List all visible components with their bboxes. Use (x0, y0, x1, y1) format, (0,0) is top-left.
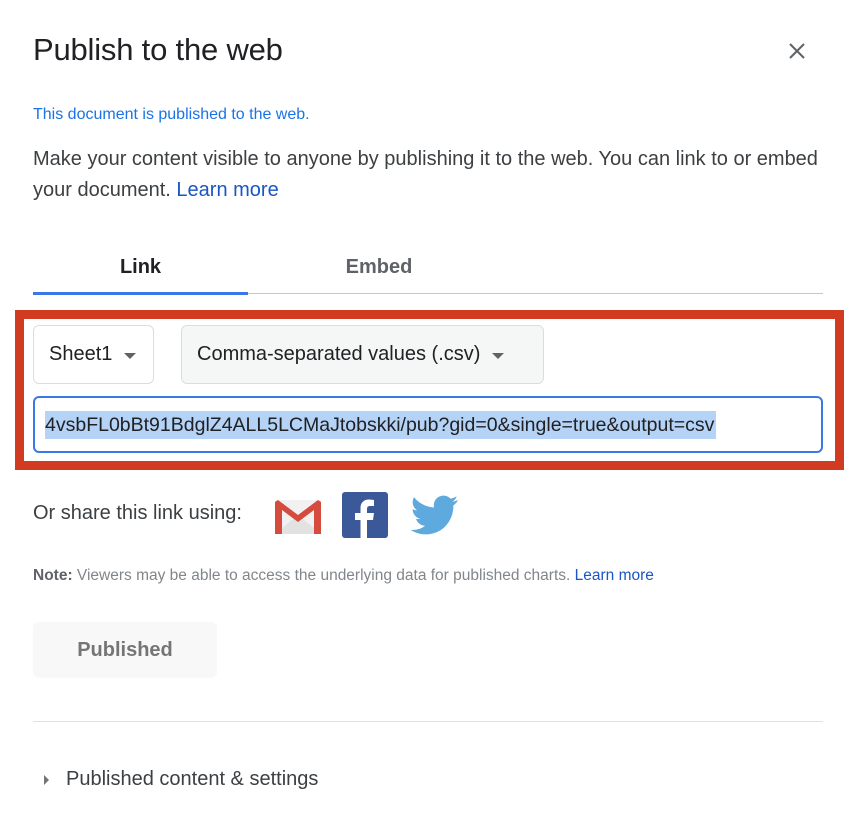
tab-link[interactable]: Link (33, 256, 248, 295)
note-learn-more-link[interactable]: Learn more (575, 567, 654, 584)
format-select-value: Comma-separated values (.csv) (197, 343, 481, 365)
sheet-select[interactable]: Sheet1 (33, 325, 154, 384)
share-label: Or share this link using: (33, 502, 242, 524)
close-icon (789, 43, 805, 59)
published-content-settings-label: Published content & settings (66, 768, 319, 790)
published-status: This document is published to the web. (33, 106, 310, 123)
note-body: Viewers may be able to access the underl… (72, 567, 575, 584)
published-button[interactable]: Published (33, 622, 217, 678)
tab-embed[interactable]: Embed (248, 256, 510, 279)
learn-more-link[interactable]: Learn more (176, 179, 278, 201)
share-gmail-button[interactable] (274, 499, 322, 535)
divider (33, 721, 823, 722)
description: Make your content visible to anyone by p… (33, 144, 823, 206)
format-select[interactable]: Comma-separated values (.csv) (181, 325, 544, 384)
share-twitter-button[interactable] (410, 494, 460, 538)
expand-triangle-icon (44, 774, 49, 785)
tab-bar: Link Embed (33, 250, 823, 295)
sheet-select-value: Sheet1 (49, 343, 113, 365)
dialog-title: Publish to the web (33, 32, 283, 67)
chevron-down-icon (492, 352, 505, 359)
published-content-settings-toggle[interactable]: Published content & settings (44, 768, 318, 791)
share-facebook-button[interactable] (342, 492, 388, 538)
description-text: Make your content visible to anyone by p… (33, 148, 818, 201)
note-text: Note: Viewers may be able to access the … (33, 567, 654, 585)
twitter-icon (410, 495, 458, 535)
chevron-down-icon (124, 352, 137, 359)
gmail-icon (275, 500, 321, 534)
published-url-input[interactable] (35, 398, 821, 451)
published-url-field[interactable]: 4vsbFL0bBt91BdglZ4ALL5LCMaJtobskki/pub?g… (33, 396, 823, 453)
close-button[interactable] (782, 36, 812, 66)
note-prefix: Note: (33, 567, 73, 584)
facebook-icon (342, 492, 388, 538)
